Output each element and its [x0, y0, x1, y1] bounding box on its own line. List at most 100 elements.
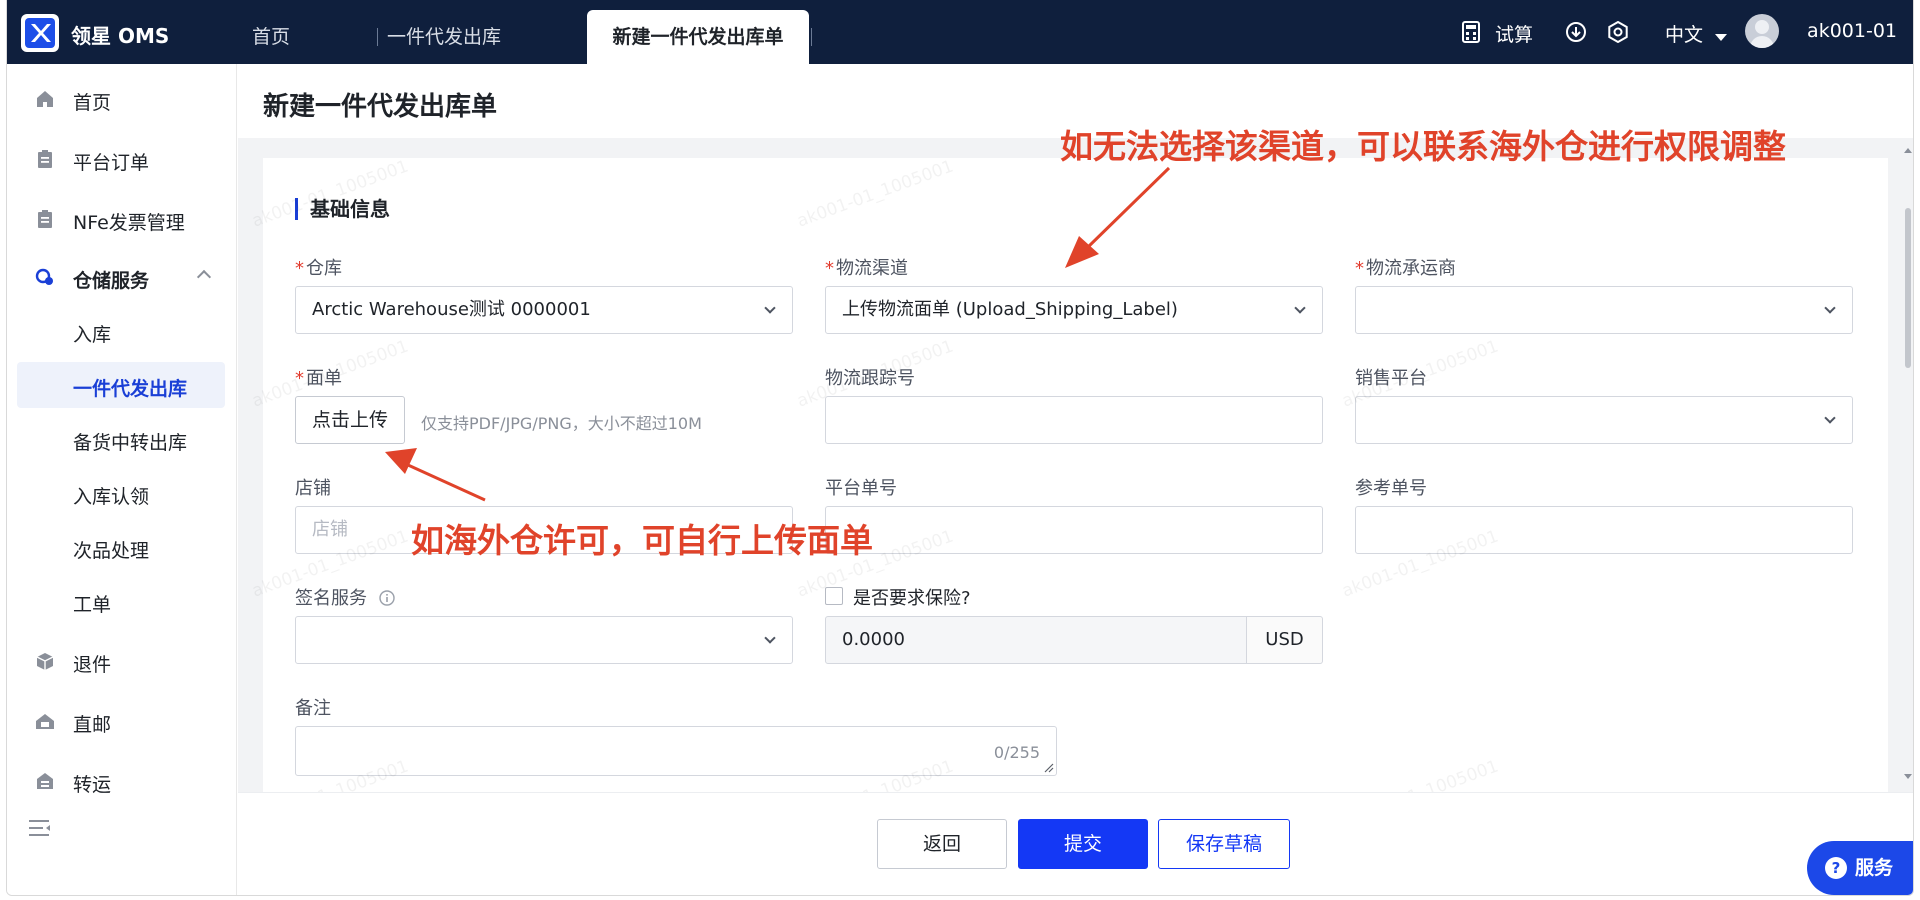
- platform-label: 销售平台: [1355, 368, 1427, 389]
- channel-value: 上传物流面单 (Upload_Shipping_Label): [842, 299, 1178, 320]
- chevron-down-icon: [764, 632, 776, 644]
- home-icon: [37, 91, 53, 107]
- sidebar-item-home[interactable]: 首页: [17, 76, 225, 122]
- shop-placeholder: 店铺: [312, 519, 348, 540]
- resize-handle-icon[interactable]: [1044, 763, 1054, 773]
- sales-platform-select[interactable]: [1355, 396, 1853, 444]
- sidebar-item-label: NFe发票管理: [73, 212, 185, 234]
- sidebar-item-label: 一件代发出库: [73, 378, 188, 400]
- form-footer: 返回 提交 保存草稿: [238, 792, 1913, 895]
- sidebar-item-label: 平台订单: [73, 152, 150, 174]
- sidebar-item-label: 备货中转出库: [73, 432, 188, 454]
- clipboard-icon: [38, 210, 52, 228]
- sidebar-item-label: 次品处理: [73, 540, 150, 562]
- sidebar-item-inbound[interactable]: 入库: [17, 308, 225, 354]
- warehouse-select[interactable]: Arctic Warehouse测试 0000001: [295, 286, 793, 334]
- sidebar-item-dropship-outbound[interactable]: 一件代发出库: [17, 362, 225, 408]
- direct-mail-icon: [36, 714, 54, 729]
- tab-divider: [811, 28, 812, 46]
- carrier-label: * 物流承运商: [1355, 258, 1456, 279]
- sidebar-item-label: 首页: [73, 92, 112, 114]
- sidebar-item-direct-mail[interactable]: 直邮: [17, 698, 225, 744]
- insurance-checkbox[interactable]: [825, 587, 843, 605]
- chevron-up-icon: [196, 269, 212, 285]
- page-title: 新建一件代发出库单: [263, 92, 498, 122]
- channel-select[interactable]: 上传物流面单 (Upload_Shipping_Label): [825, 286, 1323, 334]
- transfer-icon: [37, 773, 53, 789]
- sidebar-group-warehouse-services[interactable]: 仓储服务: [17, 254, 225, 300]
- sidebar-item-label: 转运: [73, 774, 112, 796]
- sidebar-item-defective-handling[interactable]: 次品处理: [17, 524, 225, 570]
- upload-button[interactable]: 点击上传: [295, 396, 405, 444]
- insurance-label: 是否要求保险?: [853, 588, 971, 609]
- tab-new-dropship-order[interactable]: 新建一件代发出库单: [587, 10, 809, 64]
- platform-order-input[interactable]: [825, 506, 1323, 554]
- collapse-menu-icon[interactable]: [29, 818, 51, 838]
- insurance-amount-input[interactable]: 0.0000: [825, 616, 1247, 664]
- form-card: 基础信息 * 仓库 Arctic Warehouse测试 0000001 * 物流渠…: [263, 158, 1888, 794]
- calculator-icon[interactable]: [1461, 21, 1481, 47]
- annotation-upload-note: 如海外仓许可，可自行上传面单: [411, 521, 873, 560]
- sidebar-item-nfe-invoices[interactable]: NFe发票管理: [17, 196, 225, 242]
- user-avatar[interactable]: [1745, 14, 1779, 48]
- sidebar-item-label: 直邮: [73, 714, 112, 736]
- tab-home[interactable]: 首页: [252, 0, 290, 64]
- submit-button[interactable]: 提交: [1018, 819, 1148, 869]
- section-title: 基础信息: [295, 198, 390, 220]
- signature-label: 签名服务: [295, 584, 395, 610]
- scroll-thumb[interactable]: [1905, 208, 1911, 368]
- download-icon[interactable]: [1565, 21, 1587, 47]
- reference-label: 参考单号: [1355, 478, 1427, 499]
- sidebar-item-work-orders[interactable]: 工单: [17, 578, 225, 624]
- sidebar: 首页 平台订单 NFe发票管理 仓储服务 入库 一件代发出库 备货中转出库 入库…: [7, 64, 237, 895]
- tracking-number-input[interactable]: [825, 396, 1323, 444]
- back-button[interactable]: 返回: [877, 819, 1007, 869]
- app-name: 领星 OMS: [71, 24, 170, 48]
- sidebar-item-returns[interactable]: 退件: [17, 638, 225, 684]
- save-draft-button[interactable]: 保存草稿: [1158, 819, 1290, 869]
- chevron-down-icon: [1824, 412, 1836, 424]
- scroll-up-icon[interactable]: [1904, 148, 1912, 153]
- reference-number-input[interactable]: [1355, 506, 1853, 554]
- warehouse-label: * 仓库: [295, 258, 342, 279]
- insurance-amount-value: 0.0000: [842, 629, 905, 650]
- upload-hint: 仅支持PDF/JPG/PNG，大小不超过10M: [421, 414, 702, 433]
- sidebar-item-platform-orders[interactable]: 平台订单: [17, 136, 225, 182]
- label-sheet-label: * 面单: [295, 368, 342, 389]
- platform-order-label: 平台单号: [825, 478, 897, 499]
- carrier-select[interactable]: [1355, 286, 1853, 334]
- sidebar-item-label: 工单: [73, 594, 112, 616]
- clipboard-icon: [38, 150, 52, 168]
- warehouse-service-icon: [35, 268, 53, 285]
- chevron-down-icon: [1824, 302, 1836, 314]
- signature-service-select[interactable]: [295, 616, 793, 664]
- sidebar-item-stock-transfer-outbound[interactable]: 备货中转出库: [17, 416, 225, 462]
- chevron-down-icon: [764, 302, 776, 314]
- vertical-scrollbar[interactable]: [1901, 138, 1913, 788]
- remark-textarea[interactable]: 0/255: [295, 726, 1057, 776]
- language-selector[interactable]: 中文: [1665, 20, 1703, 47]
- remark-counter: 0/255: [993, 743, 1040, 762]
- tab-dropship-outbound[interactable]: 一件代发出库: [387, 0, 501, 64]
- remark-label: 备注: [295, 698, 331, 719]
- user-name[interactable]: ak001-01: [1807, 20, 1897, 42]
- sidebar-item-label: 仓储服务: [73, 270, 150, 292]
- logo-icon: [25, 18, 55, 48]
- tracking-label: 物流跟踪号: [825, 368, 915, 389]
- chevron-down-icon: [1294, 302, 1306, 314]
- sidebar-item-label: 入库认领: [73, 486, 150, 508]
- sidebar-item-label: 退件: [73, 654, 112, 676]
- sidebar-item-transfer[interactable]: 转运: [17, 758, 225, 804]
- top-bar: 领星 OMS 首页 一件代发出库 新建一件代发出库单 试算 中文 ak001-0…: [7, 0, 1913, 64]
- settings-icon[interactable]: [1607, 20, 1629, 47]
- info-icon[interactable]: [379, 590, 395, 606]
- warehouse-value: Arctic Warehouse测试 0000001: [312, 299, 591, 320]
- main-content: 新建一件代发出库单 基础信息 * 仓库 Arctic Warehouse测试 00…: [238, 64, 1913, 895]
- app-logo[interactable]: [21, 14, 59, 52]
- caret-down-icon[interactable]: [1715, 27, 1727, 46]
- service-button[interactable]: ? 服务: [1807, 841, 1913, 895]
- trial-calc-link[interactable]: 试算: [1495, 20, 1533, 47]
- scroll-down-icon[interactable]: [1904, 774, 1912, 779]
- sidebar-item-label: 入库: [73, 324, 112, 346]
- sidebar-item-inbound-claim[interactable]: 入库认领: [17, 470, 225, 516]
